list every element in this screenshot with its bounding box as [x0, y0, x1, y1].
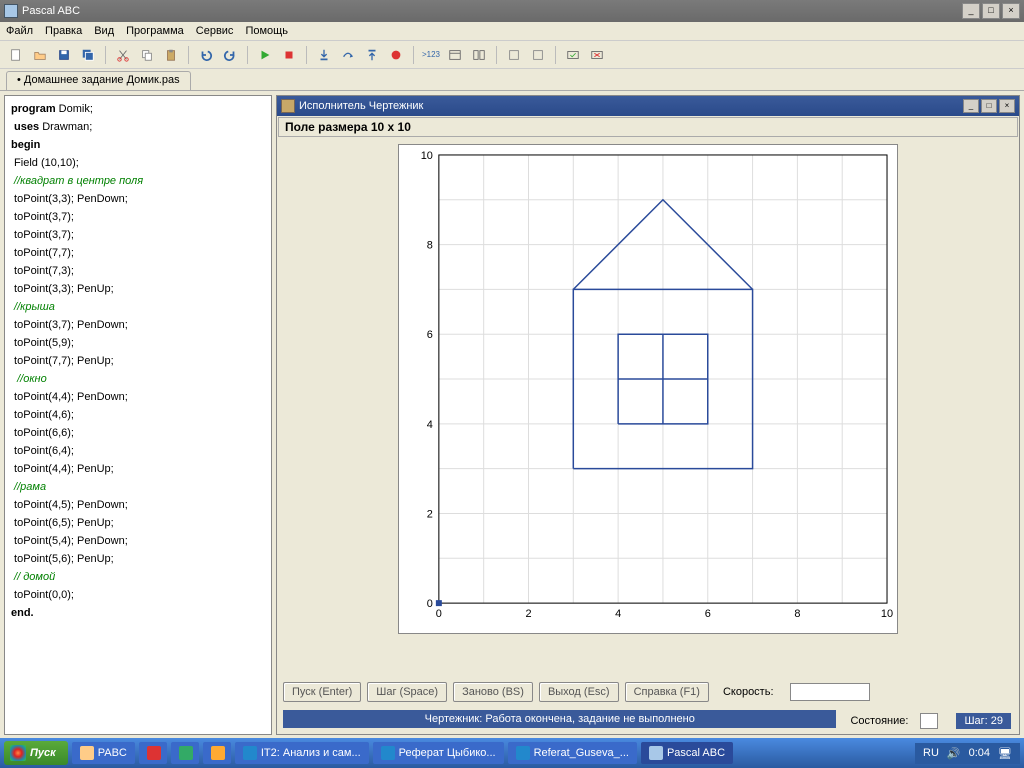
new-icon[interactable]: [6, 45, 26, 65]
svg-text:0: 0: [427, 598, 433, 610]
menu-help[interactable]: Помощь: [245, 25, 288, 37]
taskbar-item[interactable]: Referat_Guseva_...: [508, 742, 637, 764]
svg-text:6: 6: [427, 329, 433, 341]
stop-icon[interactable]: [279, 45, 299, 65]
run-button[interactable]: Пуск (Enter): [283, 682, 361, 702]
control-buttons: Пуск (Enter) Шаг (Space) Заново (BS) Вых…: [277, 676, 715, 708]
lang-indicator[interactable]: RU: [923, 747, 939, 759]
svg-text:0: 0: [436, 608, 442, 620]
step-over-icon[interactable]: [338, 45, 358, 65]
menu-program[interactable]: Программа: [126, 25, 184, 37]
window-title: Pascal ABC: [22, 5, 80, 17]
reset-button[interactable]: Заново (BS): [453, 682, 533, 702]
taskbar-item[interactable]: PABC: [72, 742, 135, 764]
svg-text:2: 2: [427, 508, 433, 520]
tool2-icon[interactable]: [528, 45, 548, 65]
window-icon[interactable]: [445, 45, 465, 65]
start-button[interactable]: Пуск: [4, 741, 68, 765]
tab-bar: • Домашнее задание Домик.pas: [0, 69, 1024, 91]
svg-text:10: 10: [881, 608, 893, 620]
menu-view[interactable]: Вид: [94, 25, 114, 37]
app-icon: [4, 4, 18, 18]
close-button[interactable]: ×: [1002, 3, 1020, 19]
drawman-pane: Исполнитель Чертежник _ □ × Поле размера…: [276, 95, 1020, 735]
paste-icon[interactable]: [161, 45, 181, 65]
cut-icon[interactable]: [113, 45, 133, 65]
maximize-button[interactable]: □: [982, 3, 1000, 19]
field-size-label: Поле размера 10 x 10: [278, 117, 1018, 137]
svg-text:8: 8: [794, 608, 800, 620]
state-box: [920, 713, 938, 729]
menu-bar: Файл Правка Вид Программа Сервис Помощь: [0, 22, 1024, 41]
tool3-icon[interactable]: [563, 45, 583, 65]
undo-icon[interactable]: [196, 45, 216, 65]
taskbar-item[interactable]: [171, 742, 199, 764]
inner-minimize-button[interactable]: _: [963, 99, 979, 113]
toolbar: >123: [0, 41, 1024, 69]
copy-icon[interactable]: [137, 45, 157, 65]
open-icon[interactable]: [30, 45, 50, 65]
menu-edit[interactable]: Правка: [45, 25, 82, 37]
save-all-icon[interactable]: [78, 45, 98, 65]
code-editor[interactable]: program Domik; uses Drawman; begin Field…: [4, 95, 272, 735]
speed-label: Скорость:: [723, 686, 774, 698]
taskbar: Пуск PABC IT2: Анализ и сам... Реферат Ц…: [0, 738, 1024, 768]
help-button[interactable]: Справка (F1): [625, 682, 709, 702]
step-button[interactable]: Шаг (Space): [367, 682, 447, 702]
run-icon[interactable]: [255, 45, 275, 65]
taskbar-item-active[interactable]: Pascal ABC: [641, 742, 733, 764]
step-into-icon[interactable]: [314, 45, 334, 65]
minimize-button[interactable]: _: [962, 3, 980, 19]
speed-slider[interactable]: [790, 683, 870, 701]
svg-text:6: 6: [705, 608, 711, 620]
windows-icon: [10, 745, 26, 761]
drawman-icon: [281, 99, 295, 113]
system-tray[interactable]: RU 🔊 0:04 🖥: [915, 743, 1020, 764]
tool4-icon[interactable]: [587, 45, 607, 65]
menu-file[interactable]: Файл: [6, 25, 33, 37]
taskbar-item[interactable]: IT2: Анализ и сам...: [235, 742, 369, 764]
tool1-icon[interactable]: [504, 45, 524, 65]
redo-icon[interactable]: [220, 45, 240, 65]
save-icon[interactable]: [54, 45, 74, 65]
taskbar-item[interactable]: [139, 742, 167, 764]
status-message: Чертежник: Работа окончена, задание не в…: [283, 710, 836, 728]
taskbar-item[interactable]: Реферат Цыбико...: [373, 742, 504, 764]
state-label: Состояние:: [850, 715, 908, 727]
svg-text:10: 10: [421, 150, 433, 162]
tray-icon[interactable]: 🔊: [947, 747, 961, 760]
breakpoint-icon[interactable]: [386, 45, 406, 65]
window-titlebar: Pascal ABC _ □ ×: [0, 0, 1024, 22]
drawing-canvas: 0 2 4 6 8 10 0 2 4 6 8 10: [398, 144, 898, 634]
svg-text:4: 4: [427, 419, 433, 431]
inner-title-text: Исполнитель Чертежник: [299, 100, 423, 112]
inner-titlebar: Исполнитель Чертежник _ □ ×: [277, 96, 1019, 116]
svg-text:4: 4: [615, 608, 621, 620]
inner-maximize-button[interactable]: □: [981, 99, 997, 113]
file-tab[interactable]: • Домашнее задание Домик.pas: [6, 71, 191, 90]
exit-button[interactable]: Выход (Esc): [539, 682, 619, 702]
vars-icon[interactable]: >123: [421, 45, 441, 65]
step-out-icon[interactable]: [362, 45, 382, 65]
menu-service[interactable]: Сервис: [196, 25, 234, 37]
taskbar-item[interactable]: [203, 742, 231, 764]
svg-text:2: 2: [525, 608, 531, 620]
inner-close-button[interactable]: ×: [999, 99, 1015, 113]
clock: 0:04: [969, 747, 990, 759]
windows-icon[interactable]: [469, 45, 489, 65]
step-counter: Шаг: 29: [956, 713, 1011, 729]
svg-text:8: 8: [427, 240, 433, 252]
tray-icon[interactable]: 🖥: [998, 747, 1012, 760]
